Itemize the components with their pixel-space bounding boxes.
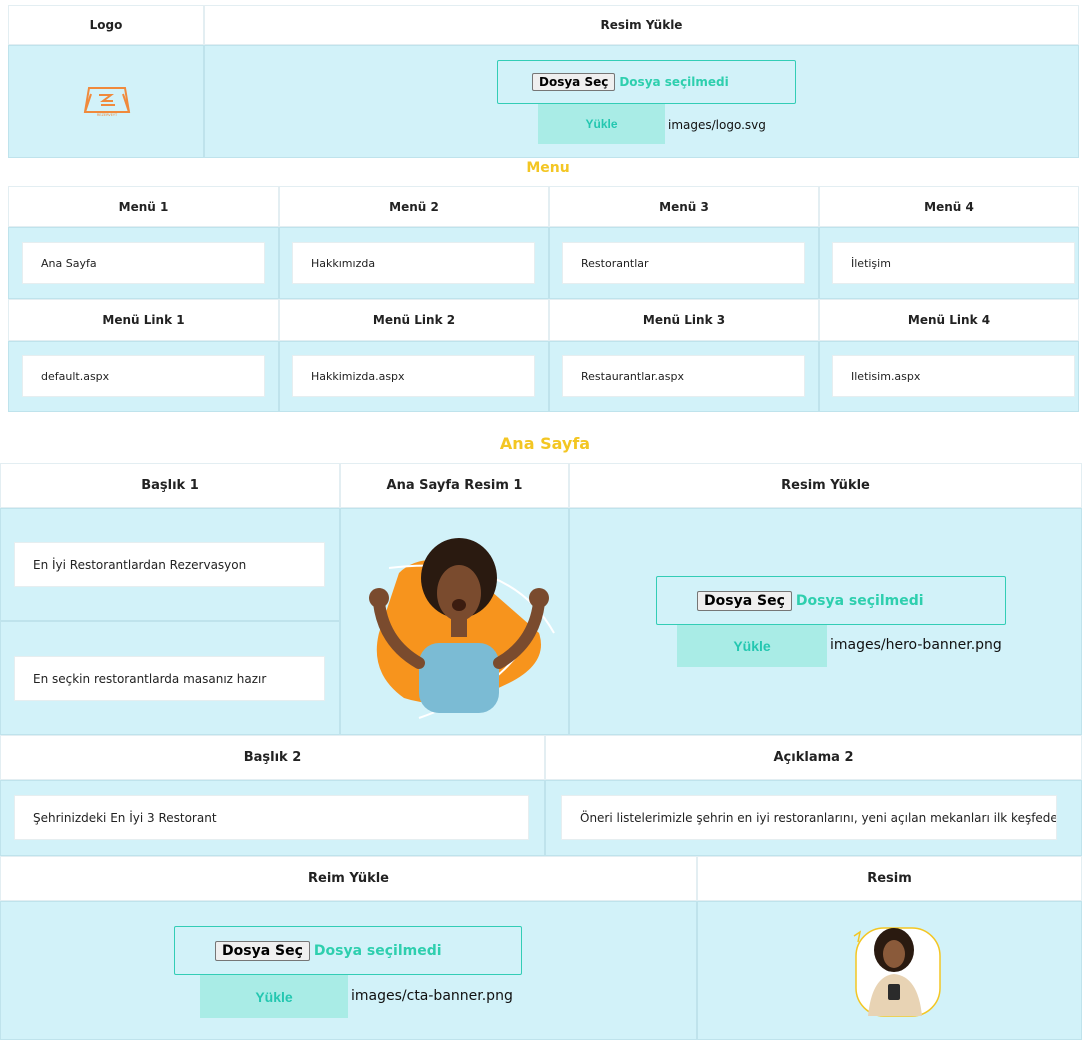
cta-image-cell [697, 901, 1082, 1040]
cta-choose-file-button[interactable]: Dosya Seç [215, 940, 310, 961]
svg-text:REZERVEYT: REZERVEYT [97, 113, 118, 117]
title1-input[interactable]: En İyi Restorantlardan Rezervasyon [14, 542, 325, 587]
menu-header: Menü 3 [549, 186, 819, 227]
menu-name-input[interactable]: Restorantlar [562, 242, 805, 284]
menu-link-input[interactable]: Iletisim.aspx [832, 355, 1075, 397]
cta-path: images/cta-banner.png [351, 988, 513, 1004]
menu-name-input[interactable]: Ana Sayfa [22, 242, 265, 284]
cta-upload-cell: Dosya Seç Dosya seçilmedi Yükle images/c… [0, 901, 697, 1040]
hero-image-header: Ana Sayfa Resim 1 [340, 463, 569, 508]
cta-file-status: Dosya seçilmedi [313, 942, 442, 959]
logo-cell: REZERVEYT [8, 45, 204, 158]
menu-name-input[interactable]: İletişim [832, 242, 1075, 284]
cta-upload-header: Reim Yükle [0, 856, 697, 901]
menu-header: Menü 1 [8, 186, 279, 227]
logo-file-status: Dosya seçilmedi [619, 75, 729, 89]
home-section-title: Ana Sayfa [499, 434, 591, 453]
menu-link-header: Menü Link 1 [8, 299, 279, 341]
hero-path: images/hero-banner.png [830, 637, 1002, 653]
logo-header: Logo [8, 5, 204, 45]
title1-header: Başlık 1 [0, 463, 340, 508]
menu-name-input[interactable]: Hakkımızda [292, 242, 535, 284]
cta-file-input[interactable]: Dosya Seç Dosya seçilmedi [174, 926, 522, 975]
logo-upload-header: Resim Yükle [204, 5, 1079, 45]
hero-upload-header: Resim Yükle [569, 463, 1082, 508]
desc2-input[interactable]: Öneri listelerimizle şehrin en iyi resto… [561, 795, 1057, 840]
menu-section-title: Menu [526, 160, 570, 176]
subtitle1-input[interactable]: En seçkin restorantlarda masanız hazır [14, 656, 325, 701]
menu-link-input[interactable]: Restaurantlar.aspx [562, 355, 805, 397]
hero-image-cell [340, 508, 569, 735]
menu-link-input[interactable]: default.aspx [22, 355, 265, 397]
logo-choose-file-button[interactable]: Dosya Seç [532, 73, 616, 91]
hero-file-input[interactable]: Dosya Seç Dosya seçilmedi [656, 576, 1006, 625]
hero-upload-button[interactable]: Yükle [677, 625, 827, 667]
menu-link-header: Menü Link 3 [549, 299, 819, 341]
menu-link-header: Menü Link 4 [819, 299, 1079, 341]
logo-upload-cell: Dosya Seç Dosya seçilmedi Yükle images/l… [204, 45, 1079, 158]
menu-header: Menü 2 [279, 186, 549, 227]
cta-upload-button[interactable]: Yükle [200, 975, 348, 1018]
title2-input[interactable]: Şehrinizdeki En İyi 3 Restorant [14, 795, 529, 840]
hero-upload-cell: Dosya Seç Dosya seçilmedi Yükle images/h… [569, 508, 1082, 735]
hero-image [369, 538, 555, 719]
desc2-header: Açıklama 2 [545, 735, 1082, 780]
hero-file-status: Dosya seçilmedi [795, 592, 924, 609]
menu-header: Menü 4 [819, 186, 1079, 227]
cta-image-header: Resim [697, 856, 1082, 901]
menu-link-header: Menü Link 2 [279, 299, 549, 341]
hero-choose-file-button[interactable]: Dosya Seç [697, 590, 792, 611]
logo-path: images/logo.svg [668, 118, 766, 132]
menu-link-input[interactable]: Hakkimizda.aspx [292, 355, 535, 397]
title2-header: Başlık 2 [0, 735, 545, 780]
logo-file-input[interactable]: Dosya Seç Dosya seçilmedi [497, 60, 796, 104]
logo-upload-button[interactable]: Yükle [538, 104, 665, 144]
cta-image [853, 927, 941, 1017]
site-logo: REZERVEYT [83, 87, 131, 117]
